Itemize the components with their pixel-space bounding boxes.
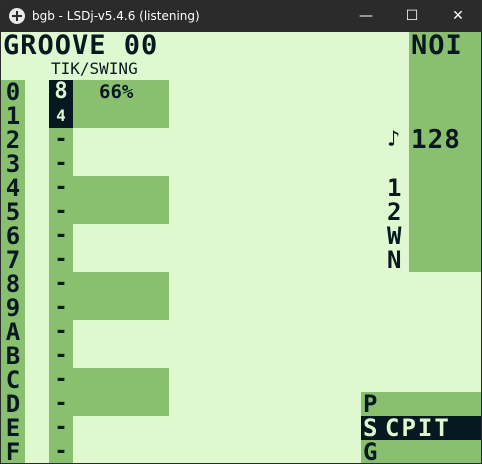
row-number: 8 <box>5 270 21 298</box>
tick-value-cell[interactable]: - <box>49 200 73 224</box>
row-number: B <box>5 342 21 370</box>
tick-value-cell[interactable]: - <box>49 176 73 200</box>
row-band-8 <box>73 272 169 320</box>
window-title: bgb - LSDj-v5.4.6 (listening) <box>32 9 200 23</box>
channel-label-1: 1 <box>387 174 402 202</box>
bgb-app-icon[interactable] <box>9 8 25 24</box>
row-number: D <box>5 390 21 418</box>
tick-value-cell[interactable]: 4 <box>49 104 73 128</box>
note-icon: ♪ <box>387 127 401 152</box>
row-number: F <box>5 438 21 464</box>
row-band-C <box>73 368 169 416</box>
tick-value-cell[interactable]: - <box>49 416 73 440</box>
row-number: 5 <box>5 198 21 226</box>
row-number: A <box>5 318 21 346</box>
tick-value-cell[interactable]: - <box>49 296 73 320</box>
tik-swing-header: TIK/SWING <box>51 59 138 78</box>
screen-map-screens[interactable]: CPIT <box>385 416 451 440</box>
tick-value-cell[interactable]: - <box>49 392 73 416</box>
row-number: 4 <box>5 174 21 202</box>
groove-title: GROOVE 00 <box>3 32 159 61</box>
tick-value-cell[interactable]: - <box>49 224 73 248</box>
screen-map-p[interactable]: P <box>363 392 377 416</box>
row-band-4 <box>73 176 169 224</box>
title-bar: bgb - LSDj-v5.4.6 (listening) — ☐ ✕ <box>1 1 481 32</box>
channel-label-n: N <box>387 246 402 274</box>
tick-value-cell[interactable]: - <box>49 128 73 152</box>
row-number: 3 <box>5 150 21 178</box>
channel-label-2: 2 <box>387 198 402 226</box>
channel-label-w: W <box>387 222 402 250</box>
tick-value-cell[interactable]: - <box>49 152 73 176</box>
minimize-button[interactable]: — <box>343 1 389 32</box>
screen-map-g[interactable]: G <box>363 440 377 463</box>
swing-value[interactable]: 66% <box>99 82 133 102</box>
emulator-screen[interactable]: GROOVE 00 TIK/SWING NOI 66% 0 1 2 3 4 5 … <box>1 32 481 464</box>
tempo-value[interactable]: 128 <box>411 127 461 153</box>
row-number: E <box>5 414 21 442</box>
close-button[interactable]: ✕ <box>435 1 481 32</box>
row-number: 6 <box>5 222 21 250</box>
tick-value-cell[interactable]: - <box>49 440 73 464</box>
tick-value-cell[interactable]: - <box>49 320 73 344</box>
row-number: 9 <box>5 294 21 322</box>
tick-value-cell[interactable]: - <box>49 344 73 368</box>
row-number: 1 <box>5 102 21 130</box>
tick-value-cell[interactable]: - <box>49 272 73 296</box>
row-number: 0 <box>5 78 21 106</box>
row-number: C <box>5 366 21 394</box>
tick-value-cell[interactable]: - <box>49 368 73 392</box>
screen-map-s[interactable]: S <box>363 416 377 440</box>
maximize-button[interactable]: ☐ <box>389 1 435 32</box>
instrument-type: NOI <box>411 32 463 61</box>
app-window: bgb - LSDj-v5.4.6 (listening) — ☐ ✕ GROO… <box>0 0 482 464</box>
row-number: 2 <box>5 126 21 154</box>
tick-value-cell[interactable]: - <box>49 248 73 272</box>
row-number: 7 <box>5 246 21 274</box>
tick-value-cell[interactable]: 8 <box>49 80 73 104</box>
